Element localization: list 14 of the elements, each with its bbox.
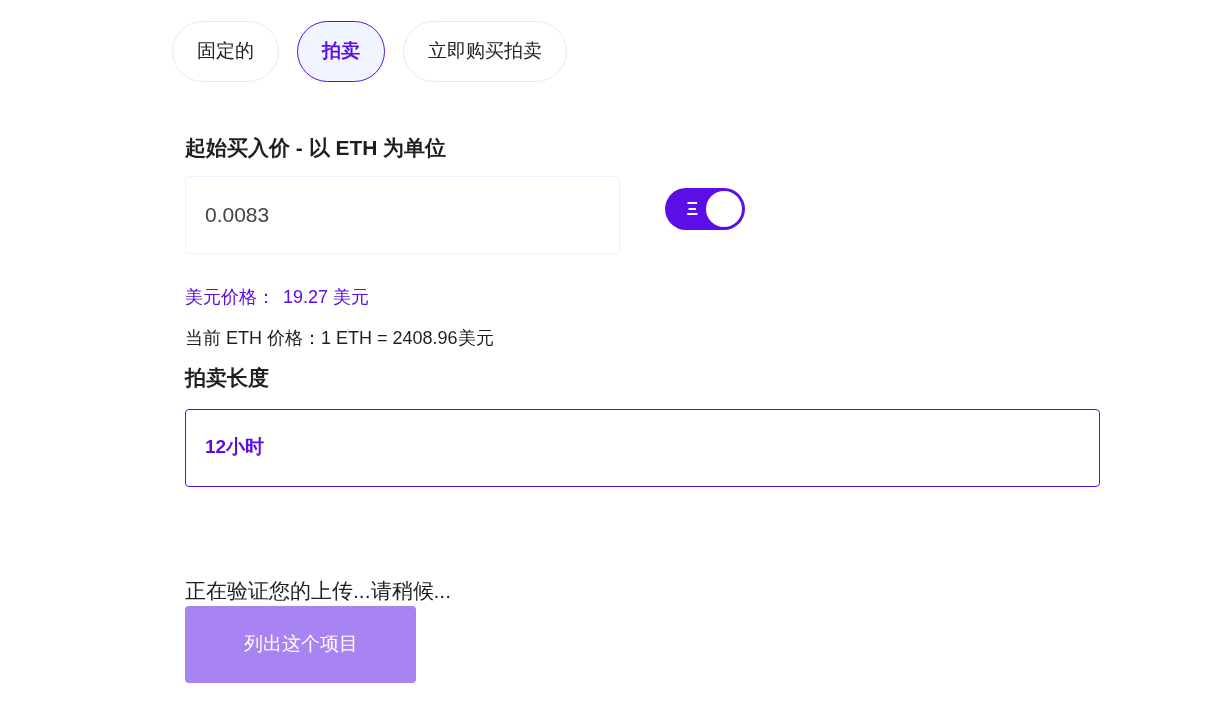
tab[interactable]: 拍卖: [297, 21, 385, 82]
field-label: 起始买入价 - 以 ETH 为单位: [185, 135, 448, 161]
tab[interactable]: 立即购买拍卖: [403, 21, 567, 82]
eth-rate-text: 当前 ETH 价格：1 ETH = 2408.96美元: [185, 327, 495, 350]
field-label: 拍卖长度: [185, 365, 270, 391]
toggle-knob: [706, 191, 742, 227]
currency-toggle[interactable]: Ξ: [665, 188, 745, 230]
auction-length-select[interactable]: 12小时: [185, 408, 1100, 487]
tab[interactable]: 固定的: [172, 21, 279, 82]
usd-price-value: 19.27 美元: [283, 286, 370, 309]
usd-price-label: 美元价格：: [185, 286, 275, 309]
status-text: 正在验证您的上传...请稍候...: [185, 577, 452, 604]
eth-symbol: Ξ: [686, 197, 698, 221]
price-input[interactable]: 0.0083: [185, 176, 620, 254]
